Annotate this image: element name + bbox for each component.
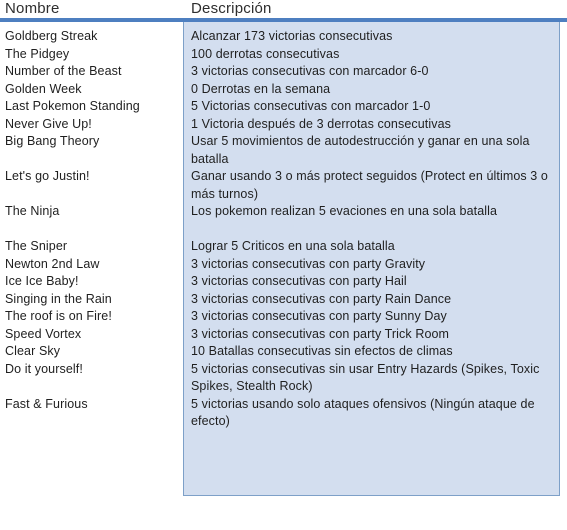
table-row: Ice Ice Baby! 3 victorias consecutivas co…: [0, 273, 567, 291]
cell-descripcion: 3 victorias consecutivas con party Rain …: [191, 291, 452, 306]
cell-nombre: Goldberg Streak: [5, 29, 98, 43]
table-row: Let's go Justin! Ganar usando 3 o más pro…: [0, 168, 567, 203]
column-header-descripcion: Descripción: [191, 0, 272, 17]
table-row: Number of the Beast 3 victorias consecuti…: [0, 63, 567, 81]
cell-descripcion: 100 derrotas consecutivas: [191, 46, 340, 61]
cell-descripcion: 1 Victoria después de 3 derrotas consecu…: [191, 116, 451, 131]
table-row: Fast & Furious 5 victorias usando solo at…: [0, 396, 567, 431]
table-row: Goldberg Streak Alcanzar 173 victorias co…: [0, 28, 567, 46]
table-row: Never Give Up! 1 Victoria después de 3 de…: [0, 116, 567, 134]
cell-nombre: Do it yourself!: [5, 361, 83, 376]
cell-nombre: Let's go Justin!: [5, 169, 90, 183]
cell-descripcion: 5 Victorias consecutivas con marcador 1-…: [191, 99, 431, 113]
cell-nombre: The roof is on Fire!: [5, 309, 112, 323]
cell-nombre: Fast & Furious: [5, 396, 88, 411]
table-row: The Ninja Los pokemon realizan 5 evacione…: [0, 203, 567, 238]
cell-nombre: The Pidgey: [5, 46, 70, 61]
cell-nombre: Last Pokemon Standing: [5, 99, 140, 113]
cell-descripcion: 3 victorias consecutivas con party Gravi…: [191, 256, 426, 271]
table-row: The roof is on Fire! 3 victorias consecut…: [0, 308, 567, 326]
cell-nombre: Ice Ice Baby!: [5, 274, 79, 288]
cell-descripcion: 3 victorias consecutivas con party Hail: [191, 274, 407, 288]
table-row: The Pidgey 100 derrotas consecutivas: [0, 46, 567, 64]
table-row: Newton 2nd Law 3 victorias consecutivas c…: [0, 256, 567, 274]
achievements-table: Nombre Descripción Goldberg Streak Alcanz…: [0, 0, 567, 530]
cell-nombre: Clear Sky: [5, 344, 61, 358]
cell-nombre: Speed Vortex: [5, 326, 82, 341]
cell-descripcion: 5 victorias consecutivas sin usar Entry …: [191, 361, 544, 394]
cell-descripcion: 10 Batallas consecutivas sin efectos de …: [191, 344, 453, 358]
column-header-nombre: Nombre: [5, 0, 60, 17]
cell-descripcion: 0 Derrotas en la semana: [191, 81, 331, 96]
cell-nombre: Never Give Up!: [5, 116, 92, 131]
cell-descripcion: Lograr 5 Criticos en una sola batalla: [191, 239, 395, 253]
cell-nombre: Singing in the Rain: [5, 291, 112, 306]
table-row: Big Bang Theory Usar 5 movimientos de aut…: [0, 133, 567, 168]
cell-nombre: Golden Week: [5, 81, 82, 96]
cell-descripcion: 3 victorias consecutivas con party Trick…: [191, 326, 450, 341]
cell-nombre: The Sniper: [5, 239, 68, 253]
table-row: Golden Week 0 Derrotas en la semana: [0, 81, 567, 99]
cell-nombre: Big Bang Theory: [5, 134, 100, 148]
table-row: Speed Vortex 3 victorias consecutivas con…: [0, 326, 567, 344]
cell-nombre: Number of the Beast: [5, 64, 122, 78]
table-header: Nombre Descripción: [0, 0, 567, 22]
table-row: Clear Sky 10 Batallas consecutivas sin ef…: [0, 343, 567, 361]
cell-descripcion: Ganar usando 3 o más protect seguidos (P…: [191, 169, 552, 201]
cell-descripcion: 3 victorias consecutivas con marcador 6-…: [191, 64, 429, 78]
table-row: Do it yourself! 5 victorias consecutivas …: [0, 361, 567, 396]
cell-descripcion: 3 victorias consecutivas con party Sunny…: [191, 309, 447, 323]
cell-descripcion: Los pokemon realizan 5 evaciones en una …: [191, 204, 498, 218]
cell-nombre: Newton 2nd Law: [5, 256, 100, 271]
cell-nombre: The Ninja: [5, 204, 60, 218]
table-row: Singing in the Rain 3 victorias consecuti…: [0, 291, 567, 309]
table-row: The Sniper Lograr 5 Criticos en una sola …: [0, 238, 567, 256]
table-row: Last Pokemon Standing 5 Victorias consecu…: [0, 98, 567, 116]
cell-descripcion: Alcanzar 173 victorias consecutivas: [191, 29, 393, 43]
cell-descripcion: 5 victorias usando solo ataques ofensivo…: [191, 396, 539, 429]
cell-descripcion: Usar 5 movimientos de autodestrucción y …: [191, 134, 534, 166]
